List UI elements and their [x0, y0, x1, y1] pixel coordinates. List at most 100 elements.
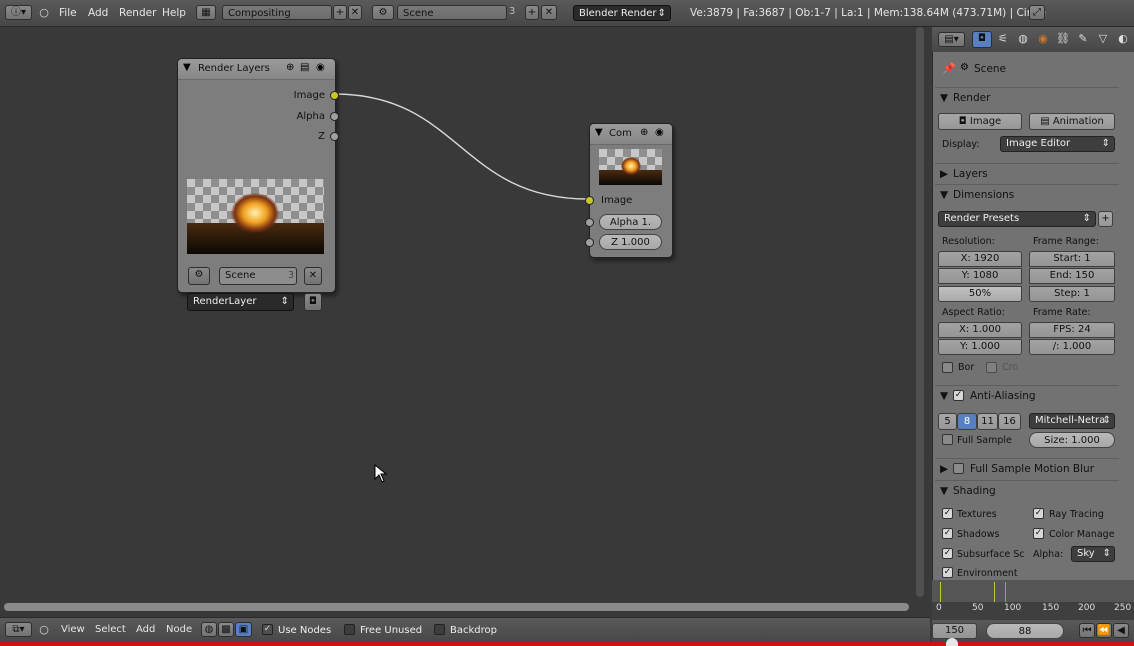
color-manage-checkbox[interactable]: ✓ — [1033, 528, 1044, 539]
output-socket-image[interactable] — [330, 91, 339, 100]
fullscreen-icon[interactable]: ⤢ — [1029, 5, 1045, 20]
aspect-y-field[interactable]: Y: 1.000 — [938, 339, 1022, 355]
vertical-scrollbar[interactable] — [916, 27, 924, 597]
aa-samples-11[interactable]: 11 — [977, 413, 998, 430]
delete-scene-button[interactable]: ✕ — [541, 5, 557, 20]
add-layout-button[interactable]: + — [333, 5, 347, 20]
add-preset-button[interactable]: + — [1098, 211, 1113, 227]
display-dropdown[interactable]: Image Editor ⇕ — [1000, 136, 1115, 152]
node-header[interactable]: ▼ Render Layers ⊕ ▤ ◉ — [178, 59, 335, 80]
render-layers-node[interactable]: ▼ Render Layers ⊕ ▤ ◉ Image Alpha Z ⚙ Sc… — [177, 58, 339, 311]
render-panel-header[interactable]: ▼ Render — [935, 87, 1119, 108]
aa-samples-5[interactable]: 5 — [938, 413, 957, 430]
aa-samples-16[interactable]: 16 — [998, 413, 1021, 430]
free-unused-checkbox[interactable] — [344, 624, 355, 635]
render-animation-button[interactable]: ▤ Animation — [1029, 113, 1115, 130]
render-image-button[interactable]: ◘ Image — [938, 113, 1022, 130]
subsurface-checkbox[interactable]: ✓ — [942, 548, 953, 559]
scene-tab-icon[interactable]: ◍ — [1014, 32, 1032, 45]
aa-samples-8[interactable]: 8 — [957, 413, 977, 430]
border-checkbox[interactable] — [942, 362, 953, 373]
output-socket-z[interactable] — [330, 132, 339, 141]
alpha-value-field[interactable]: Alpha 1. — [599, 214, 662, 230]
crop-checkbox[interactable] — [986, 362, 997, 373]
aa-size-field[interactable]: Size: 1.000 — [1029, 432, 1115, 448]
render-layer-camera-icon[interactable]: ◘ — [304, 293, 322, 311]
scene-icon[interactable]: ⚙ — [188, 267, 210, 285]
environment-checkbox[interactable]: ✓ — [942, 567, 953, 578]
input-socket-alpha[interactable] — [585, 218, 594, 227]
alpha-mode-dropdown[interactable]: Sky ⇕ — [1071, 546, 1115, 562]
progress-scrubber-handle[interactable] — [946, 638, 958, 646]
composite-node[interactable]: ▼ Com ⊕ ◉ Image Alpha 1. Z 1.000 — [585, 123, 673, 258]
fps-base-field[interactable]: /: 1.000 — [1029, 339, 1115, 355]
use-nodes-checkbox[interactable]: ✓ — [262, 624, 273, 635]
antialiasing-checkbox[interactable]: ✓ — [953, 390, 964, 401]
add-scene-button[interactable]: + — [525, 5, 539, 20]
video-progress-bar[interactable] — [0, 642, 1134, 646]
shader-nodes-icon[interactable]: ◍ — [201, 622, 217, 637]
menu-select[interactable]: Select — [95, 624, 126, 635]
fps-field[interactable]: FPS: 24 — [1029, 322, 1115, 338]
editor-type-button[interactable]: ⓘ▾ — [5, 5, 32, 20]
menu-node[interactable]: Node — [166, 624, 192, 635]
node-options-icon[interactable]: ◉ — [316, 62, 325, 73]
menu-add[interactable]: Add — [88, 7, 108, 19]
full-sample-checkbox[interactable] — [942, 434, 953, 445]
backdrop-checkbox[interactable] — [434, 624, 445, 635]
menu-view[interactable]: View — [61, 624, 85, 635]
modifiers-tab-icon[interactable]: ✎ — [1074, 32, 1092, 45]
object-tab-icon[interactable]: ⛓ — [1054, 32, 1072, 45]
menu-render[interactable]: Render — [119, 7, 156, 19]
input-socket-z[interactable] — [585, 238, 594, 247]
end-frame-field[interactable]: 150 — [932, 623, 977, 639]
hide-sockets-icon[interactable]: ▤ — [300, 62, 309, 73]
collapse-triangle-icon[interactable]: ▼ — [183, 62, 191, 73]
dimensions-panel-header[interactable]: ▼ Dimensions — [935, 184, 1119, 205]
menu-add[interactable]: Add — [136, 624, 155, 635]
scene-field[interactable]: Scene — [397, 5, 507, 20]
texture-nodes-icon[interactable]: ▩ — [218, 622, 234, 637]
render-presets-dropdown[interactable]: Render Presets ⇕ — [938, 211, 1096, 227]
current-frame-field[interactable]: 88 — [986, 623, 1064, 639]
screen-layout-field[interactable]: Compositing — [222, 5, 332, 20]
play-reverse-icon[interactable]: ◀ — [1113, 623, 1129, 638]
motion-blur-panel-header[interactable]: ▶ Full Sample Motion Blur — [935, 458, 1119, 479]
editor-type-button[interactable]: ▤▾ — [938, 32, 965, 47]
shadows-checkbox[interactable]: ✓ — [942, 528, 953, 539]
antialiasing-panel-header[interactable]: ▼ ✓ Anti-Aliasing — [935, 385, 1119, 406]
world-tab-icon[interactable]: ◉ — [1034, 32, 1052, 45]
render-engine-dropdown[interactable]: Blender Render ⇕ — [573, 5, 671, 21]
timeline-area[interactable]: 0 50 100 150 200 250 — [932, 580, 1134, 620]
delete-layout-button[interactable]: ✕ — [348, 5, 362, 20]
node-header[interactable]: ▼ Com ⊕ ◉ — [590, 124, 672, 145]
render-scene-field[interactable]: Scene — [219, 267, 297, 285]
resolution-x-field[interactable]: X: 1920 — [938, 251, 1022, 267]
layers-panel-header[interactable]: ▶ Layers — [935, 163, 1119, 184]
ray-tracing-checkbox[interactable]: ✓ — [1033, 508, 1044, 519]
jump-to-start-icon[interactable]: ⏮ — [1079, 623, 1095, 638]
collapse-menu-icon[interactable]: ○ — [38, 6, 50, 19]
shading-panel-header[interactable]: ▼ Shading — [935, 480, 1119, 501]
editor-type-button[interactable]: ⧉▾ — [5, 622, 32, 637]
collapse-triangle-icon[interactable]: ▼ — [595, 127, 603, 138]
render-layer-dropdown[interactable]: RenderLayer ⇕ — [187, 293, 294, 311]
frame-step-field[interactable]: Step: 1 — [1029, 286, 1115, 302]
aa-filter-dropdown[interactable]: Mitchell-Netra ⇕ — [1029, 413, 1115, 429]
scene-icon[interactable]: ⚙ — [372, 5, 394, 20]
menu-file[interactable]: File — [59, 7, 77, 19]
resolution-y-field[interactable]: Y: 1080 — [938, 268, 1022, 284]
preview-toggle-icon[interactable]: ⊕ — [640, 127, 648, 138]
frame-start-field[interactable]: Start: 1 — [1029, 251, 1115, 267]
aspect-x-field[interactable]: X: 1.000 — [938, 322, 1022, 338]
screen-layout-icon[interactable]: ▦ — [196, 5, 216, 20]
collapse-menu-icon[interactable]: ○ — [38, 623, 50, 636]
node-editor-canvas[interactable]: ▼ Render Layers ⊕ ▤ ◉ Image Alpha Z ⚙ Sc… — [0, 27, 930, 617]
output-socket-alpha[interactable] — [330, 112, 339, 121]
input-socket-image[interactable] — [585, 196, 594, 205]
render-tab-icon[interactable]: ◘ — [972, 31, 992, 48]
frame-end-field[interactable]: End: 150 — [1029, 268, 1115, 284]
textures-checkbox[interactable]: ✓ — [942, 508, 953, 519]
render-layers-tab-icon[interactable]: ⚟ — [994, 32, 1012, 45]
menu-help[interactable]: Help — [162, 7, 186, 19]
